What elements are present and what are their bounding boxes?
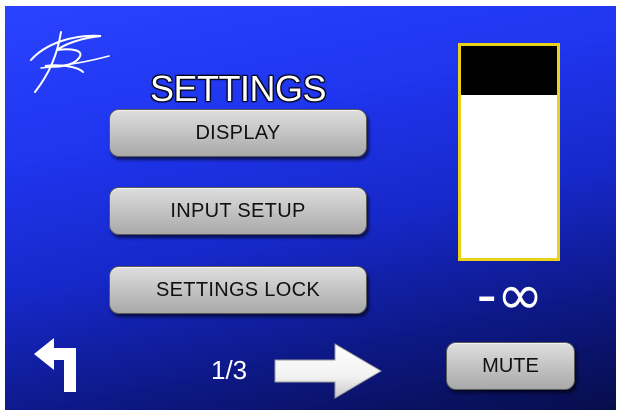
page-title: SETTINGS (150, 68, 327, 109)
settings-screen: SETTINGS DISPLAY INPUT SETUP SETTINGS LO… (5, 6, 616, 410)
page-indicator: 1/3 (211, 355, 248, 385)
back-arrow-icon[interactable] (30, 336, 90, 394)
volume-meter-fill (461, 46, 557, 95)
settings-lock-button[interactable]: SETTINGS LOCK (109, 266, 367, 314)
volume-meter[interactable] (458, 43, 560, 261)
input-setup-button[interactable]: INPUT SETUP (109, 187, 367, 235)
next-arrow-icon[interactable] (273, 342, 385, 400)
volume-level-readout: -∞ (476, 263, 544, 328)
signature-logo-icon (30, 31, 110, 93)
mute-button[interactable]: MUTE (446, 342, 575, 390)
display-button[interactable]: DISPLAY (109, 109, 367, 157)
